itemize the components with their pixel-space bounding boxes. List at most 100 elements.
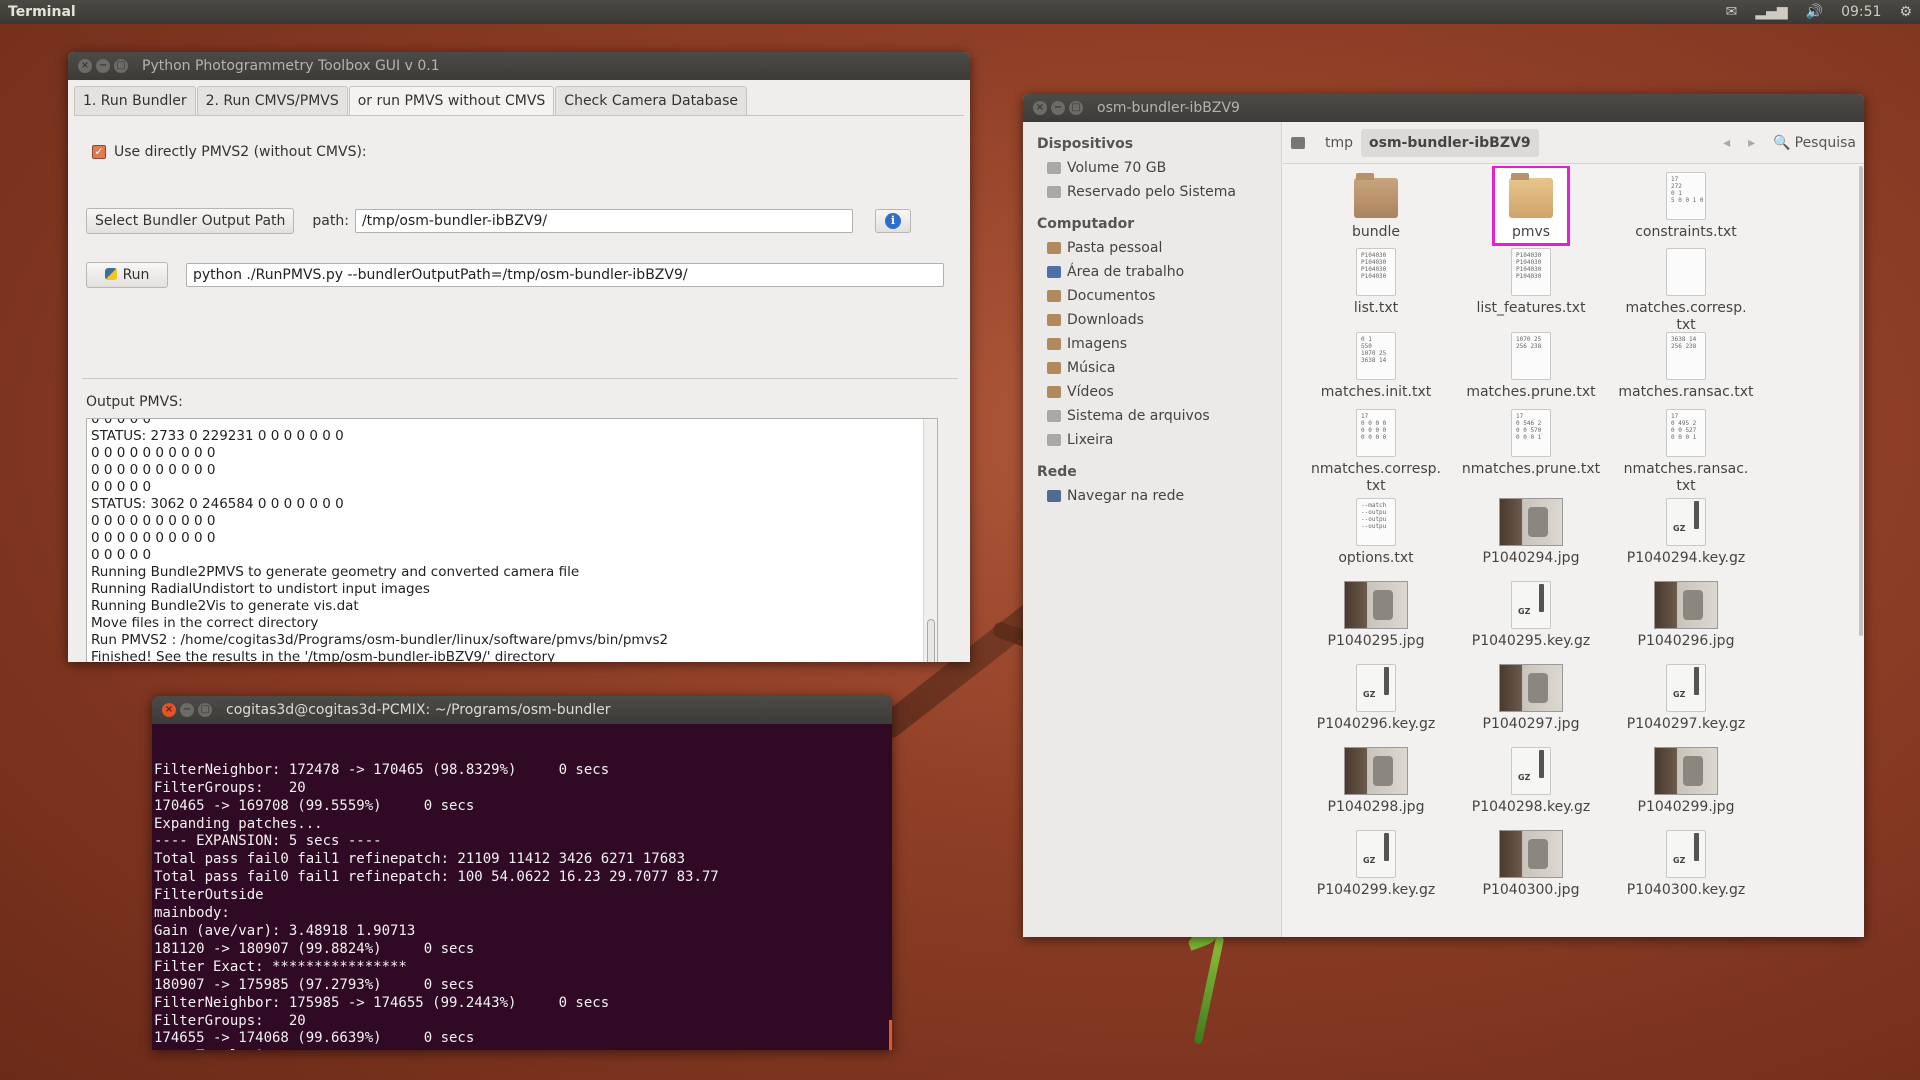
file-item[interactable]: GZ P1040295.key.gz <box>1456 581 1606 650</box>
sidebar-item-trash[interactable]: Lixeira <box>1023 428 1281 452</box>
file-item[interactable]: GZ P1040300.key.gz <box>1611 830 1761 899</box>
file-item[interactable]: 17 0 0 0 0 0 0 0 0 0 0 0 0 nmatches.corre… <box>1301 409 1451 495</box>
path-input[interactable]: /tmp/osm-bundler-ibBZV9/ <box>354 209 853 233</box>
sidebar-item-label: Música <box>1067 360 1116 376</box>
photogrammetry-titlebar[interactable]: × − □ Python Photogrammetry Toolbox GUI … <box>68 52 970 80</box>
file-item[interactable]: 17 0 546 2 0 0 570 0 0 0 1 nmatches.prune… <box>1456 409 1606 478</box>
file-item[interactable]: matches.corresp. txt <box>1611 248 1761 334</box>
active-app-name: Terminal <box>8 4 76 20</box>
file-item[interactable]: bundle <box>1301 172 1451 241</box>
file-item[interactable]: P1040294.jpg <box>1456 498 1606 567</box>
gear-icon[interactable]: ⚙ <box>1899 4 1912 20</box>
terminal-line: Total pass fail0 fail1 refinepatch: 100 … <box>154 869 719 886</box>
file-item[interactable]: P1040295.jpg <box>1301 581 1451 650</box>
file-item[interactable]: GZ P1040298.key.gz <box>1456 747 1606 816</box>
folder-icon <box>1047 386 1061 398</box>
sidebar-header-computer: Computador <box>1037 216 1135 232</box>
text-file-icon: 3638 14 256 238 <box>1664 332 1708 380</box>
file-item[interactable]: 0 1 550 1070 25 3638 14 matches.init.txt <box>1301 332 1451 401</box>
scrollbar-thumb[interactable] <box>1859 166 1863 636</box>
file-manager-titlebar[interactable]: × − □ osm-bundler-ibBZV9 <box>1023 94 1864 122</box>
back-arrow-icon[interactable]: ◂ <box>1723 135 1730 151</box>
output-scrollbar[interactable] <box>923 419 937 662</box>
run-button[interactable]: Run <box>86 262 168 288</box>
image-thumbnail-icon <box>1499 830 1563 878</box>
sidebar-item-filesystem[interactable]: Sistema de arquivos <box>1023 404 1281 428</box>
file-item[interactable]: P1040297.jpg <box>1456 664 1606 733</box>
close-icon[interactable]: × <box>1033 101 1047 115</box>
file-grid-scrollbar[interactable] <box>1858 166 1864 706</box>
tab-run-cmvs-pmvs[interactable]: 2. Run CMVS/PMVS <box>196 86 348 115</box>
network-icon <box>1047 490 1061 502</box>
tab-run-pmvs-without-cmvs[interactable]: or run PMVS without CMVS <box>348 86 555 115</box>
output-line: 0 0 0 0 0 0 0 0 0 0 <box>91 445 216 461</box>
use-pmvs2-checkbox[interactable]: ✓ <box>92 145 106 159</box>
breadcrumb-tmp[interactable]: tmp <box>1317 129 1361 157</box>
minimize-icon[interactable]: − <box>1051 101 1065 115</box>
terminal-output[interactable]: FilterNeighbor: 172478 -> 170465 (98.832… <box>152 724 892 1050</box>
file-name: list.txt <box>1353 300 1399 316</box>
file-name: P1040299.jpg <box>1637 799 1735 815</box>
network-icon[interactable]: ▂▄▆ <box>1755 4 1787 20</box>
close-icon[interactable]: × <box>78 59 92 73</box>
file-item[interactable]: pmvs <box>1492 166 1570 246</box>
sidebar-item-home[interactable]: Pasta pessoal <box>1023 236 1281 260</box>
sidebar-item-browse-network[interactable]: Navegar na rede <box>1023 484 1281 508</box>
file-item[interactable]: P104030 P104030 P104030 P104030 list.txt <box>1301 248 1451 317</box>
clock[interactable]: 09:51 <box>1841 4 1881 20</box>
file-item[interactable]: P1040298.jpg <box>1301 747 1451 816</box>
file-item[interactable]: 3638 14 256 238 matches.ransac.txt <box>1611 332 1761 401</box>
sidebar-item-volume[interactable]: Volume 70 GB <box>1023 156 1281 180</box>
select-bundler-output-path-button[interactable]: Select Bundler Output Path <box>86 208 295 234</box>
info-button[interactable]: i <box>874 209 911 233</box>
file-item[interactable]: 17 0 495 2 0 0 527 0 0 0 1 nmatches.ransa… <box>1611 409 1761 495</box>
file-item[interactable]: GZ P1040297.key.gz <box>1611 664 1761 733</box>
file-name: P1040297.key.gz <box>1626 716 1746 732</box>
nav-arrows: ◂ ▸ <box>1723 135 1755 151</box>
close-icon[interactable]: × <box>162 703 176 717</box>
sidebar-item-reserved[interactable]: Reservado pelo Sistema <box>1023 180 1281 204</box>
scrollbar-thumb[interactable] <box>927 619 935 662</box>
sidebar-item-videos[interactable]: Vídeos <box>1023 380 1281 404</box>
volume-icon[interactable]: 🔊 <box>1806 4 1823 20</box>
mail-icon[interactable]: ✉ <box>1726 4 1738 20</box>
run-row: Run python ./RunPMVS.py --bundlerOutputP… <box>86 262 944 288</box>
sidebar-item-pictures[interactable]: Imagens <box>1023 332 1281 356</box>
location-toggle-icon[interactable] <box>1291 136 1305 149</box>
sidebar-item-documents[interactable]: Documentos <box>1023 284 1281 308</box>
terminal-titlebar[interactable]: × − □ cogitas3d@cogitas3d-PCMIX: ~/Progr… <box>152 696 892 724</box>
indicator-area: ✉ ▂▄▆ 🔊 09:51 ⚙ <box>1726 4 1912 20</box>
sidebar-item-downloads[interactable]: Downloads <box>1023 308 1281 332</box>
file-item[interactable]: GZ P1040299.key.gz <box>1301 830 1451 899</box>
text-file-icon: 1070 25 256 238 <box>1509 332 1553 380</box>
file-item[interactable]: P104030 P104030 P104030 P104030 list_feat… <box>1456 248 1606 317</box>
output-line: 0 0 0 0 0 <box>91 479 152 495</box>
minimize-icon[interactable]: − <box>180 703 194 717</box>
file-item[interactable]: 17 272 0 1 5 0 0 1 0 constraints.txt <box>1611 172 1761 241</box>
archive-file-icon: GZ <box>1664 830 1708 878</box>
tab-run-bundler[interactable]: 1. Run Bundler <box>74 86 196 115</box>
file-item[interactable]: GZ P1040294.key.gz <box>1611 498 1761 567</box>
maximize-icon[interactable]: □ <box>1069 101 1083 115</box>
sidebar-item-desktop[interactable]: Área de trabalho <box>1023 260 1281 284</box>
command-input[interactable]: python ./RunPMVS.py --bundlerOutputPath=… <box>186 263 944 287</box>
file-item[interactable]: GZ P1040296.key.gz <box>1301 664 1451 733</box>
file-item[interactable]: 1070 25 256 238 matches.prune.txt <box>1456 332 1606 401</box>
file-item[interactable]: P1040296.jpg <box>1611 581 1761 650</box>
file-item[interactable]: --match --outpu --outpu --outpu options.t… <box>1301 498 1451 567</box>
minimize-icon[interactable]: − <box>96 59 110 73</box>
maximize-icon[interactable]: □ <box>198 703 212 717</box>
file-item[interactable]: P1040299.jpg <box>1611 747 1761 816</box>
sidebar-item-music[interactable]: Música <box>1023 356 1281 380</box>
forward-arrow-icon[interactable]: ▸ <box>1748 135 1755 151</box>
sidebar-item-label: Imagens <box>1067 336 1128 352</box>
breadcrumb-current[interactable]: osm-bundler-ibBZV9 <box>1361 128 1539 157</box>
tab-check-camera-database[interactable]: Check Camera Database <box>555 86 748 115</box>
search-button[interactable]: 🔍 Pesquisa <box>1773 135 1856 151</box>
maximize-icon[interactable]: □ <box>114 59 128 73</box>
output-textarea[interactable]: 0 0 0 0 0 STATUS: 2733 0 229231 0 0 0 0 0… <box>86 418 938 662</box>
file-name: constraints.txt <box>1635 224 1737 240</box>
file-name: matches.ransac.txt <box>1618 384 1754 400</box>
file-item[interactable]: P1040300.jpg <box>1456 830 1606 899</box>
path-label: path: <box>312 213 349 229</box>
